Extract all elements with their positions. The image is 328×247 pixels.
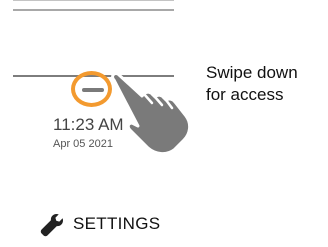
tutorial-panel: 11:23 AM Apr 05 2021 Swipe down for acce… (0, 0, 328, 247)
divider-top-2 (13, 9, 174, 11)
clock-date: Apr 05 2021 (53, 138, 113, 150)
settings-label[interactable]: SETTINGS (73, 214, 160, 234)
divider-top (13, 0, 174, 1)
wrench-icon[interactable] (39, 212, 65, 238)
swipe-hand-icon (111, 72, 192, 156)
instruction-line-2: for access (206, 85, 284, 104)
pull-down-handle[interactable] (82, 88, 104, 92)
instruction-line-1: Swipe down (206, 63, 298, 82)
swipe-instruction: Swipe down for access (206, 62, 298, 106)
